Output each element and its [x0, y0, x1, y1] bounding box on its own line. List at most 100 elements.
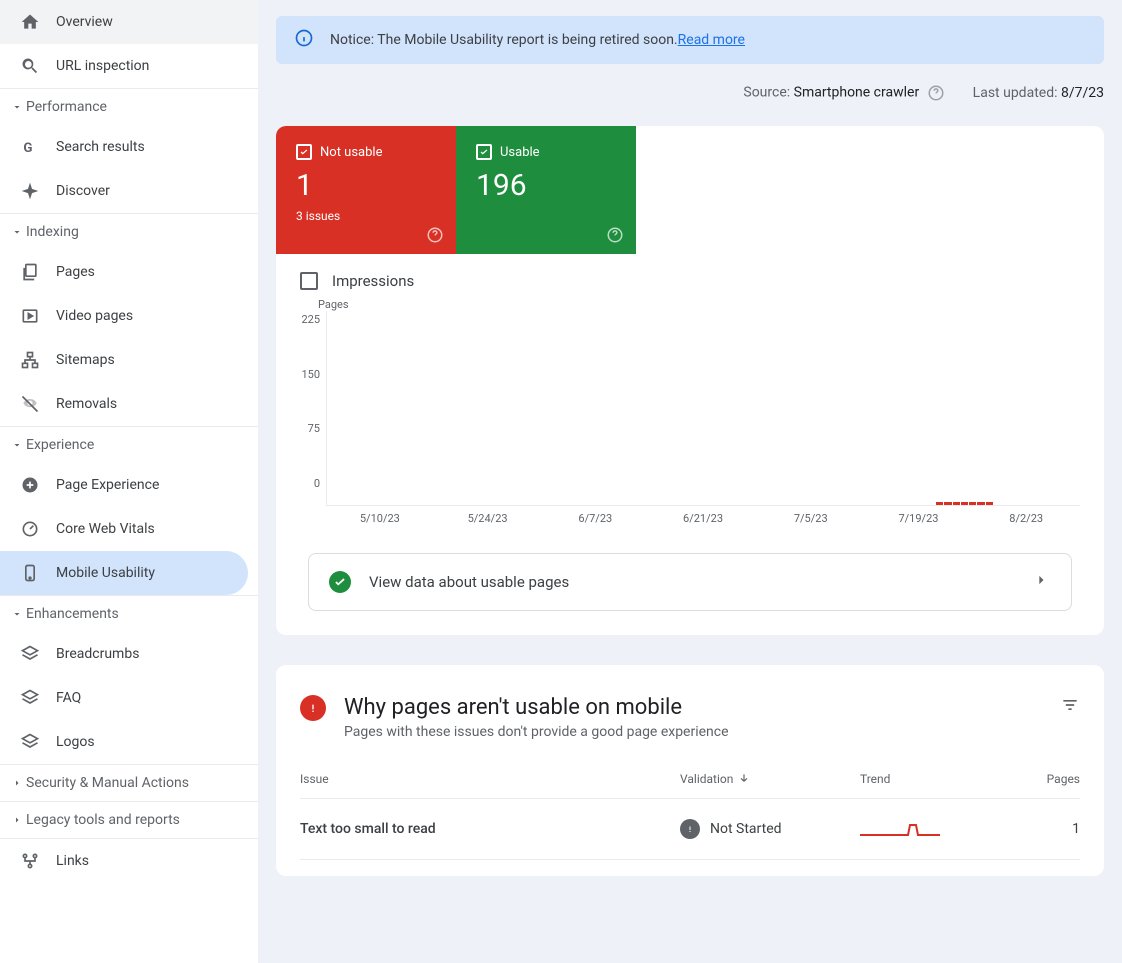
tile-label: Usable	[500, 145, 540, 160]
section-label: Indexing	[26, 224, 79, 240]
sidebar-label: FAQ	[56, 690, 81, 706]
updated-value: 8/7/23	[1061, 85, 1104, 101]
sidebar-label: Breadcrumbs	[56, 646, 139, 662]
sidebar-item-discover[interactable]: Discover	[0, 169, 258, 213]
sidebar-item-core-web-vitals[interactable]: Core Web Vitals	[0, 507, 258, 551]
updated-label: Last updated:	[973, 85, 1061, 101]
alert-icon	[680, 819, 700, 839]
chart: Pages 225150750 5/10/235/24/236/7/236/21…	[276, 294, 1104, 525]
sidebar-item-video-pages[interactable]: Video pages	[0, 294, 258, 338]
tile-value: 196	[476, 168, 616, 203]
pages-icon	[18, 260, 42, 284]
sidebar-label: Core Web Vitals	[56, 521, 155, 537]
chevron-down-icon	[8, 439, 26, 451]
sidebar-item-search-results[interactable]: G Search results	[0, 125, 258, 169]
view-usable-text: View data about usable pages	[369, 573, 1013, 591]
sidebar-item-mobile-usability[interactable]: Mobile Usability	[0, 551, 248, 595]
links-icon	[18, 849, 42, 873]
sidebar-label: Discover	[56, 183, 110, 199]
sidebar-section-security[interactable]: Security & Manual Actions	[0, 764, 258, 801]
chevron-down-icon	[8, 226, 26, 238]
checkbox-icon	[296, 144, 312, 160]
section-label: Security & Manual Actions	[26, 775, 189, 791]
view-usable-pages-row[interactable]: View data about usable pages	[308, 553, 1072, 611]
sidebar-label: Video pages	[56, 308, 133, 324]
sidebar-section-indexing[interactable]: Indexing	[0, 213, 258, 250]
search-icon	[18, 54, 42, 78]
sidebar-item-logos[interactable]: Logos	[0, 720, 258, 764]
check-circle-icon	[329, 571, 351, 593]
svg-text:G: G	[23, 141, 32, 156]
sidebar-label: Pages	[56, 264, 95, 280]
sidebar-label: Links	[56, 853, 89, 869]
col-issue[interactable]: Issue	[300, 772, 680, 786]
sidebar-item-sitemaps[interactable]: Sitemaps	[0, 338, 258, 382]
help-icon[interactable]	[426, 226, 444, 244]
sidebar-item-breadcrumbs[interactable]: Breadcrumbs	[0, 632, 258, 676]
sidebar: Overview URL inspection Performance G Se…	[0, 0, 258, 963]
sidebar-item-overview[interactable]: Overview	[0, 0, 258, 44]
sidebar-label: Page Experience	[56, 477, 159, 493]
col-trend[interactable]: Trend	[860, 772, 1010, 786]
section-label: Legacy tools and reports	[26, 812, 180, 828]
tile-sub: 3 issues	[296, 209, 436, 223]
sidebar-label: Logos	[56, 734, 95, 750]
tile-usable[interactable]: Usable 196	[456, 126, 636, 254]
validation-status: Not Started	[710, 821, 782, 837]
help-icon[interactable]	[606, 226, 624, 244]
layers-icon	[18, 642, 42, 666]
plus-circle-icon	[18, 473, 42, 497]
sidebar-section-enhancements[interactable]: Enhancements	[0, 595, 258, 632]
layers-icon	[18, 686, 42, 710]
arrow-down-icon	[737, 772, 751, 786]
col-validation[interactable]: Validation	[680, 772, 860, 786]
table-header: Issue Validation Trend Pages	[300, 740, 1080, 799]
notice-text: Notice: The Mobile Usability report is b…	[330, 32, 678, 48]
sidebar-section-legacy[interactable]: Legacy tools and reports	[0, 801, 258, 838]
sidebar-item-url-inspection[interactable]: URL inspection	[0, 44, 258, 88]
source-label: Source:	[743, 85, 793, 101]
issues-subtitle: Pages with these issues don't provide a …	[344, 724, 729, 740]
chart-plot	[326, 311, 1080, 506]
sidebar-label: Removals	[56, 396, 117, 412]
chevron-down-icon	[8, 101, 26, 113]
sidebar-item-faq[interactable]: FAQ	[0, 676, 258, 720]
sidebar-item-pages[interactable]: Pages	[0, 250, 258, 294]
checkbox-icon	[300, 272, 318, 290]
sidebar-section-performance[interactable]: Performance	[0, 88, 258, 125]
x-axis: 5/10/235/24/236/7/236/21/237/5/237/19/23…	[296, 512, 1080, 525]
sidebar-label: URL inspection	[56, 58, 149, 74]
tile-label: Not usable	[320, 145, 382, 160]
home-icon	[18, 10, 42, 34]
filter-icon[interactable]	[1060, 695, 1080, 719]
tile-not-usable[interactable]: Not usable 1 3 issues	[276, 126, 456, 254]
sidebar-item-removals[interactable]: Removals	[0, 382, 258, 426]
impressions-toggle[interactable]: Impressions	[276, 254, 1104, 294]
main-content: Notice: The Mobile Usability report is b…	[258, 0, 1122, 963]
notice-banner: Notice: The Mobile Usability report is b…	[276, 16, 1104, 64]
chevron-right-icon	[8, 777, 26, 789]
chevron-right-icon	[8, 814, 26, 826]
layers-icon	[18, 730, 42, 754]
help-icon[interactable]	[927, 84, 945, 102]
col-pages[interactable]: Pages	[1010, 772, 1080, 786]
section-label: Enhancements	[26, 606, 119, 622]
meta-row: Source: Smartphone crawler Last updated:…	[276, 84, 1104, 102]
removals-icon	[18, 392, 42, 416]
chevron-right-icon	[1031, 570, 1051, 594]
trend-sparkline	[860, 817, 1010, 841]
info-icon	[294, 28, 314, 52]
sitemap-icon	[18, 348, 42, 372]
speed-icon	[18, 517, 42, 541]
y-axis-label: Pages	[296, 298, 1080, 311]
table-row[interactable]: Text too small to read Not Started 1	[300, 799, 1080, 860]
notice-link[interactable]: Read more	[678, 32, 745, 48]
chevron-down-icon	[8, 608, 26, 620]
sidebar-label: Sitemaps	[56, 352, 115, 368]
sidebar-item-links[interactable]: Links	[0, 839, 258, 883]
sidebar-item-page-experience[interactable]: Page Experience	[0, 463, 258, 507]
sidebar-section-experience[interactable]: Experience	[0, 426, 258, 463]
section-label: Experience	[26, 437, 94, 453]
issues-card: Why pages aren't usable on mobile Pages …	[276, 665, 1104, 876]
pages-count: 1	[1010, 821, 1080, 837]
